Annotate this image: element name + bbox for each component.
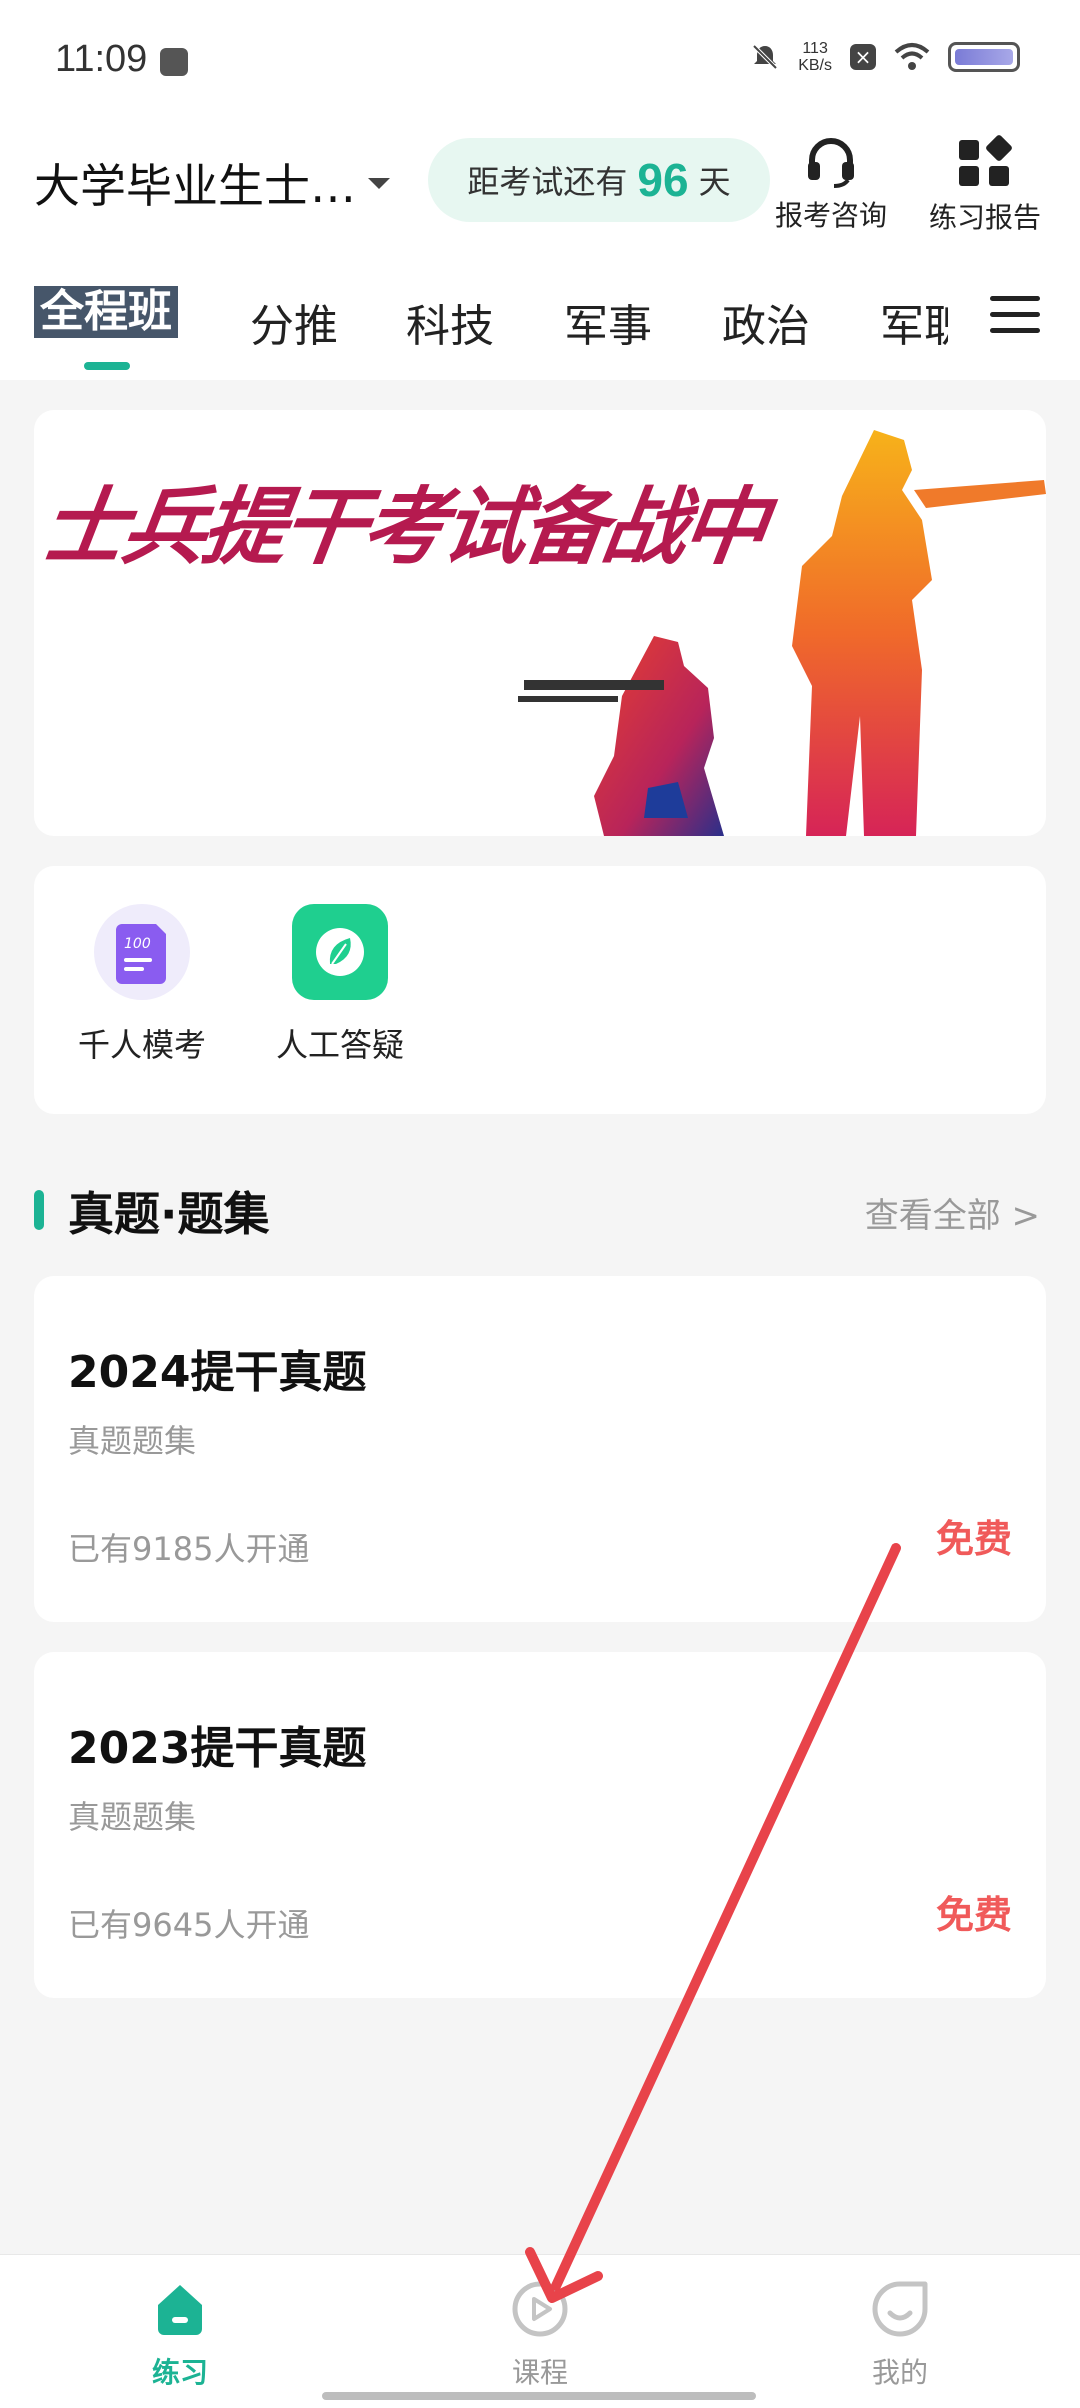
play-circle-icon bbox=[512, 2281, 568, 2337]
mute-bell-icon bbox=[752, 44, 778, 70]
qa-label: 人工答疑 bbox=[275, 1026, 404, 1064]
nav-practice[interactable]: 练习 bbox=[110, 2279, 250, 2391]
tab-military-duty[interactable]: 军职 bbox=[880, 290, 948, 348]
nav-courses[interactable]: 课程 bbox=[470, 2279, 610, 2391]
leaf-qa-icon bbox=[292, 904, 388, 1000]
message-notification-icon bbox=[160, 48, 188, 76]
card-subtitle: 真题题集 bbox=[68, 1422, 197, 1460]
nav-courses-label: 课程 bbox=[511, 2356, 568, 2389]
status-time: 11:09 bbox=[55, 38, 148, 80]
network-speed: 113 KB/s bbox=[798, 40, 832, 74]
tab-fentui[interactable]: 分推 bbox=[250, 290, 338, 354]
section-title: 真题·题集 bbox=[68, 1187, 270, 1241]
card-title: 2023提干真题 bbox=[68, 1723, 367, 1774]
promo-banner[interactable]: 士兵提干考试备战中 bbox=[34, 410, 1046, 836]
practice-report-button[interactable]: 练习报告 bbox=[920, 134, 1050, 236]
tab-technology[interactable]: 科技 bbox=[406, 290, 494, 354]
bottom-navigation: 练习 课程 我的 bbox=[0, 2254, 1080, 2408]
gesture-home-bar[interactable] bbox=[322, 2392, 756, 2400]
mock-exam-label: 千人模考 bbox=[77, 1026, 206, 1064]
app-header: 大学毕业生士… 距考试还有 96 天 报考咨询 练习报告 bbox=[0, 120, 1080, 260]
card-title: 2024提干真题 bbox=[68, 1347, 367, 1398]
exam-countdown: 距考试还有 96 天 bbox=[428, 138, 770, 222]
question-set-card[interactable]: 2024提干真题 真题题集 已有9185人开通 免费 bbox=[34, 1276, 1046, 1622]
battery-icon bbox=[948, 42, 1020, 72]
nav-practice-label: 练习 bbox=[151, 2356, 208, 2389]
section-accent-bar bbox=[34, 1190, 44, 1230]
tab-military[interactable]: 军事 bbox=[564, 290, 652, 354]
card-price-badge: 免费 bbox=[935, 1517, 1012, 1561]
no-sim-icon bbox=[850, 44, 876, 70]
wifi-icon bbox=[894, 43, 930, 70]
countdown-suffix: 天 bbox=[698, 163, 731, 201]
profile-face-icon bbox=[872, 2281, 928, 2337]
consult-button[interactable]: 报考咨询 bbox=[766, 134, 896, 234]
category-tabs: 全程班 分推 科技 军事 政治 军职 bbox=[0, 260, 1080, 380]
apps-grid-icon bbox=[959, 135, 1012, 186]
soldier-silhouette-illustration bbox=[518, 430, 1046, 836]
headset-icon bbox=[808, 138, 854, 188]
mock-exam-tool[interactable]: 100 千人模考 bbox=[52, 904, 232, 1066]
network-speed-value: 113 bbox=[802, 40, 828, 57]
qa-tool[interactable]: 人工答疑 bbox=[250, 904, 430, 1066]
tab-full-course[interactable]: 全程班 bbox=[34, 286, 178, 338]
card-subscriber-count: 已有9645人开通 bbox=[68, 1906, 310, 1944]
question-set-card[interactable]: 2023提干真题 真题题集 已有9645人开通 免费 bbox=[34, 1652, 1046, 1998]
card-price-badge: 免费 bbox=[935, 1893, 1012, 1937]
network-speed-unit: KB/s bbox=[798, 57, 832, 74]
app-screen: 11:09 113 KB/s 大学毕业生士… 距考试还有 bbox=[0, 0, 1080, 2408]
active-tab-indicator bbox=[84, 362, 130, 370]
view-all-link[interactable]: 查看全部 > bbox=[865, 1188, 1040, 1237]
nav-profile-label: 我的 bbox=[871, 2356, 928, 2389]
mock-exam-badge: 100 bbox=[124, 936, 151, 952]
countdown-prefix: 距考试还有 bbox=[467, 163, 628, 201]
exam-selector[interactable]: 大学毕业生士… bbox=[34, 150, 356, 216]
consult-label: 报考咨询 bbox=[774, 199, 887, 232]
practice-report-label: 练习报告 bbox=[928, 201, 1041, 234]
home-icon bbox=[158, 2285, 202, 2335]
tab-politics[interactable]: 政治 bbox=[722, 290, 810, 354]
countdown-days: 96 bbox=[637, 154, 689, 206]
mock-exam-icon: 100 bbox=[94, 904, 190, 1000]
nav-profile[interactable]: 我的 bbox=[830, 2279, 970, 2391]
status-bar: 11:09 113 KB/s bbox=[0, 0, 1080, 120]
card-subscriber-count: 已有9185人开通 bbox=[68, 1530, 310, 1568]
card-subtitle: 真题题集 bbox=[68, 1798, 197, 1836]
chevron-down-icon[interactable] bbox=[368, 178, 390, 189]
menu-icon[interactable] bbox=[990, 296, 1040, 334]
quick-tools: 100 千人模考 人工答疑 bbox=[34, 866, 1046, 1114]
